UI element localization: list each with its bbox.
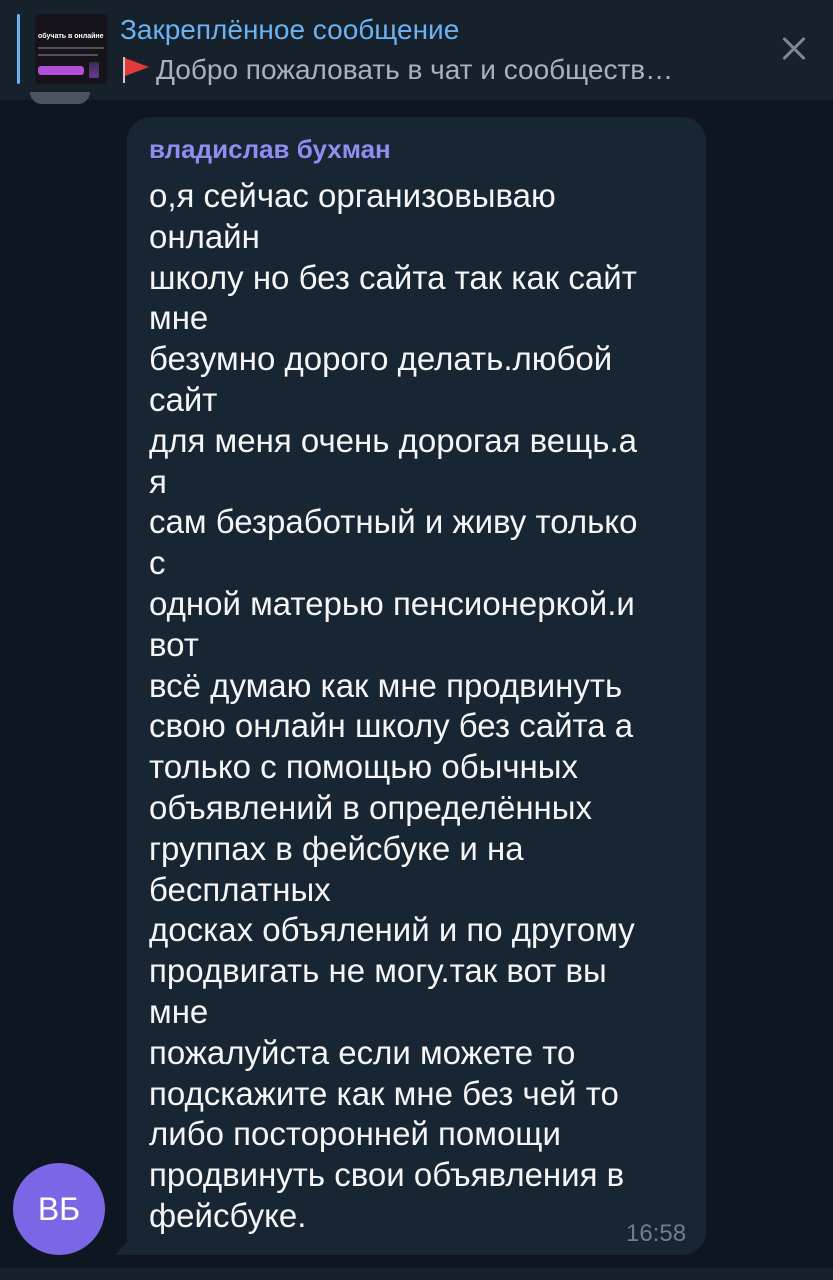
thumbnail-figure xyxy=(89,62,99,78)
avatar[interactable]: ВБ xyxy=(13,1163,105,1255)
pinned-indicator-bar xyxy=(17,14,20,84)
chat-screen: обучать в онлайне Закреплённое сообщение… xyxy=(0,0,833,1280)
thumbnail-line xyxy=(38,54,98,56)
thumbnail-button xyxy=(38,66,84,75)
bottom-edge xyxy=(0,1268,833,1280)
thumbnail-line xyxy=(38,47,104,49)
pinned-thumbnail: обучать в онлайне xyxy=(35,14,107,84)
message-time: 16:58 xyxy=(626,1220,687,1247)
sender-name[interactable]: владислав бухман xyxy=(149,134,391,165)
pinned-title: Закреплённое сообщение xyxy=(120,14,460,45)
bubble-tail xyxy=(115,1233,135,1255)
pinned-preview-text: Добро пожаловать в чат и сообществ… xyxy=(156,54,674,85)
pinned-thumbnail-caption: обучать в онлайне xyxy=(38,33,104,40)
red-flag-icon xyxy=(120,55,152,83)
message-text: о,я сейчас организовываю онлайн школу но… xyxy=(149,177,638,1234)
pinned-message-bar[interactable]: обучать в онлайне Закреплённое сообщение… xyxy=(0,0,833,100)
pinned-preview: Добро пожаловать в чат и сообществ… xyxy=(120,54,740,86)
previous-avatar-edge xyxy=(30,92,90,104)
close-pinned-button[interactable] xyxy=(776,30,812,66)
